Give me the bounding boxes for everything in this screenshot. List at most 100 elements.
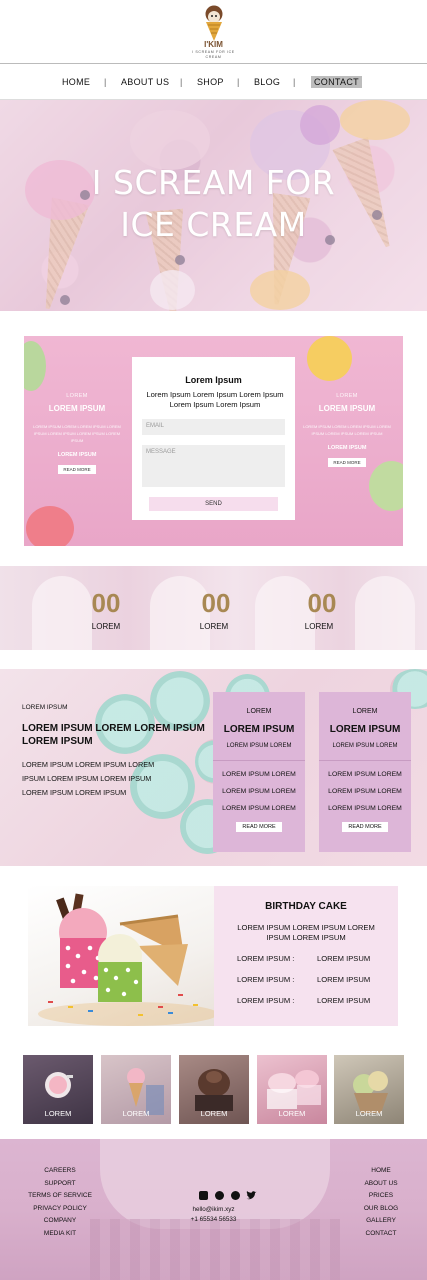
footer-right-links: HOME ABOUT US PRICES OUR BLOG GALLERY CO…: [360, 1165, 402, 1241]
card-divider: [213, 760, 305, 761]
card-subtitle: LOREM IPSUM LOREM: [226, 743, 292, 749]
gallery-item[interactable]: LOREM: [23, 1055, 93, 1124]
brand-name: I'KIM: [204, 40, 223, 49]
hero-title-line2: ICE CREAM: [120, 205, 307, 244]
card-top-label: LOREM: [352, 708, 378, 715]
card-top-label: LOREM: [246, 708, 272, 715]
gallery-item-label: LOREM: [200, 1109, 228, 1118]
footer-link-home[interactable]: HOME: [360, 1165, 402, 1178]
main-nav: HOME | ABOUT US | SHOP | BLOG | CONTACT: [0, 63, 427, 100]
card-list-item: LOREM IPSUM LOREM: [222, 788, 296, 795]
promo-left-body: LOREM IPSUM LOREM LOREM IPSUM LOREM IPSU…: [33, 424, 121, 443]
card-list-item: LOREM IPSUM LOREM: [222, 771, 296, 778]
card-title: LOREM IPSUM: [223, 724, 295, 735]
gallery-item[interactable]: LOREM: [101, 1055, 171, 1124]
promo-left-subheading: LOREM IPSUM: [57, 452, 97, 458]
ice-cream-cups-illustration: [38, 893, 214, 1026]
card-read-more-button[interactable]: READ MORE: [236, 822, 282, 832]
card-list-item: LOREM IPSUM LOREM: [328, 788, 402, 795]
nav-shop[interactable]: SHOP: [197, 77, 224, 87]
card-read-more-button[interactable]: READ MORE: [342, 822, 388, 832]
counter-value: 00: [307, 588, 337, 618]
promo-left-column: LOREM LOREM IPSUM LOREM IPSUM LOREM LORE…: [32, 393, 122, 476]
birthday-row-value: LOREM IPSUM: [317, 996, 371, 1005]
pricing-card: LOREM LOREM IPSUM LOREM IPSUM LOREM LORE…: [319, 692, 411, 852]
card-title: LOREM IPSUM: [329, 724, 401, 735]
nav-separator: |: [104, 77, 107, 87]
send-button[interactable]: SEND: [149, 497, 278, 511]
card-list-item: LOREM IPSUM LOREM: [328, 771, 402, 778]
whatsapp-icon[interactable]: [215, 1191, 224, 1200]
cupcake-small-label: LOREM IPSUM: [22, 704, 68, 711]
counter-value: 00: [91, 588, 121, 618]
footer-left-links: CAREERS SUPPORT TERMS OF SERVICE PRIVACY…: [28, 1165, 92, 1241]
footer-link-media-kit[interactable]: MEDIA KIT: [28, 1228, 92, 1241]
logo[interactable]: I'KIM I SCREAM FOR ICE CREAM: [0, 0, 427, 63]
hero-title-line1: I SCREAM FOR: [91, 163, 336, 202]
counter-value: 00: [201, 588, 231, 618]
twitter-icon[interactable]: [246, 1191, 257, 1200]
gallery-item-label: LOREM: [278, 1109, 306, 1118]
gallery-item-label: LOREM: [355, 1109, 383, 1118]
card-subtitle: LOREM IPSUM LOREM: [332, 743, 398, 749]
brand-tagline: I SCREAM FOR ICE CREAM: [192, 50, 235, 59]
counter-label: LOREM: [199, 622, 229, 631]
footer-link-terms[interactable]: TERMS OF SERVICE: [28, 1190, 92, 1203]
counters-section: 00 LOREM 00 LOREM 00 LOREM: [0, 566, 427, 650]
footer-link-prices[interactable]: PRICES: [360, 1190, 402, 1203]
gallery-item-label: LOREM: [44, 1109, 72, 1118]
nav-separator: |: [293, 77, 296, 87]
promo-right-heading: LOREM IPSUM: [318, 404, 376, 413]
footer-link-support[interactable]: SUPPORT: [28, 1178, 92, 1191]
promo-left-read-more-button[interactable]: READ MORE: [58, 465, 96, 474]
birthday-cake-section: BIRTHDAY CAKE LOREM IPSUM LOREM IPSUM LO…: [28, 886, 398, 1026]
birthday-row-key: LOREM IPSUM :: [237, 996, 295, 1005]
promo-right-body: LOREM IPSUM LOREM LOREM IPSUM LOREM IPSU…: [303, 424, 391, 436]
birthday-title: BIRTHDAY CAKE: [265, 901, 347, 912]
promo-left-heading: LOREM IPSUM: [48, 404, 106, 413]
nav-contact[interactable]: CONTACT: [311, 76, 362, 88]
email-field[interactable]: EMAIL: [142, 419, 285, 435]
footer-link-our-blog[interactable]: OUR BLOG: [360, 1203, 402, 1216]
birthday-row-key: LOREM IPSUM :: [237, 975, 295, 984]
facebook-icon[interactable]: [231, 1191, 240, 1200]
message-field[interactable]: MESSAGE: [142, 445, 285, 487]
contact-form: Lorem Ipsum Lorem Ipsum Lorem Ipsum Lore…: [132, 357, 295, 520]
birthday-row-value: LOREM IPSUM: [317, 954, 371, 963]
cupcake-intro: LOREM IPSUM LOREM IPSUM LOREM LOREM IPSU…: [22, 704, 212, 800]
nav-separator: |: [237, 77, 240, 87]
form-description: Lorem Ipsum Lorem Ipsum Lorem Ipsum Lore…: [146, 390, 284, 409]
cupcake-body: LOREM IPSUM LOREM IPSUM LOREM IPSUM LORE…: [22, 760, 155, 797]
birthday-description: LOREM IPSUM LOREM IPSUM LOREM IPSUM LORE…: [237, 923, 375, 942]
gallery-item-label: LOREM: [122, 1109, 150, 1118]
promo-right-read-more-button[interactable]: READ MORE: [328, 458, 366, 467]
promo-right-small: LOREM: [336, 393, 358, 399]
nav-separator: |: [180, 77, 183, 87]
footer-link-careers[interactable]: CAREERS: [28, 1165, 92, 1178]
footer: CAREERS SUPPORT TERMS OF SERVICE PRIVACY…: [0, 1139, 427, 1280]
footer-link-gallery[interactable]: GALLERY: [360, 1215, 402, 1228]
nav-about-us[interactable]: ABOUT US: [121, 77, 169, 87]
cupcake-heading: LOREM IPSUM LOREM LOREM IPSUM LOREM IPSU…: [22, 723, 205, 747]
nav-blog[interactable]: BLOG: [254, 77, 280, 87]
ice-cream-logo-icon: [205, 5, 223, 41]
hero-title: I SCREAM FOR ICE CREAM: [0, 162, 427, 246]
card-list-item: LOREM IPSUM LOREM: [222, 805, 296, 812]
footer-link-about-us[interactable]: ABOUT US: [360, 1178, 402, 1191]
nav-home[interactable]: HOME: [62, 77, 90, 87]
promo-left-small: LOREM: [66, 393, 88, 399]
pricing-card: LOREM LOREM IPSUM LOREM IPSUM LOREM LORE…: [213, 692, 305, 852]
promo-right-subheading: LOREM IPSUM: [327, 445, 367, 451]
card-divider: [319, 760, 411, 761]
gallery-item[interactable]: LOREM: [179, 1055, 249, 1124]
birthday-cake-image: [28, 886, 214, 1026]
footer-link-contact[interactable]: CONTACT: [360, 1228, 402, 1241]
gallery-item[interactable]: LOREM: [334, 1055, 404, 1124]
counter-label: LOREM: [304, 622, 334, 631]
counter-label: LOREM: [91, 622, 121, 631]
birthday-row-value: LOREM IPSUM: [317, 975, 371, 984]
gallery-item[interactable]: LOREM: [257, 1055, 327, 1124]
page: I'KIM I SCREAM FOR ICE CREAM HOME | ABOU…: [0, 0, 427, 1280]
instagram-icon[interactable]: [199, 1191, 208, 1200]
birthday-row-key: LOREM IPSUM :: [237, 954, 295, 963]
